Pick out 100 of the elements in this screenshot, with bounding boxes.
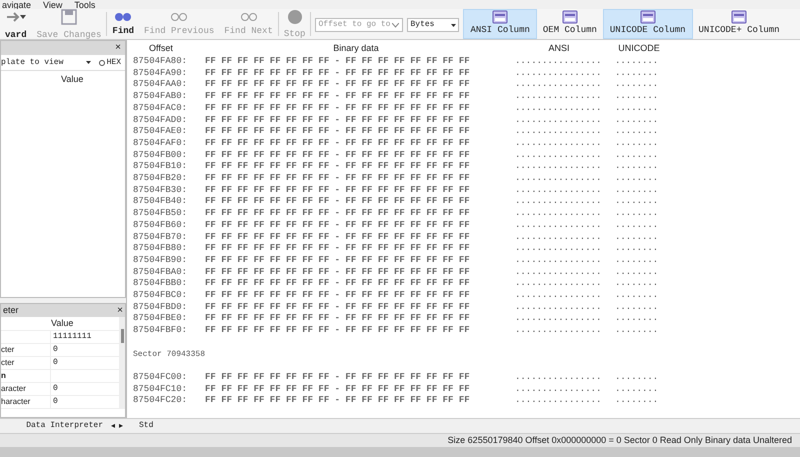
hex-bytes: FF FF FF FF FF FF FF FF - FF FF FF FF FF FF FF FF xyxy=(205,161,471,174)
toolbar-button[interactable]: vard xyxy=(0,9,32,39)
offset-cell-text: 87504FAB0: xyxy=(133,91,188,103)
column-header: Value xyxy=(61,73,84,86)
unicode-text: ........ xyxy=(615,196,658,208)
stop-icon xyxy=(288,10,302,24)
unicode-text: ........ xyxy=(615,290,658,302)
ansi-text: ................ xyxy=(515,184,602,196)
ansi-text: ................ xyxy=(515,278,602,290)
field-name: cter xyxy=(1,358,14,367)
field-value: 0 xyxy=(52,383,58,395)
ansi-text: ................ xyxy=(515,196,602,208)
hex-radio[interactable]: HEX xyxy=(94,56,125,68)
unicode-text: ........ xyxy=(615,266,658,278)
unicode-text: ........ xyxy=(615,102,658,115)
hex-bytes: FF FF FF FF FF FF FF FF - FF FF FF FF FF FF FF FF xyxy=(205,208,471,220)
hex-bytes: FF FF FF FF FF FF FF FF - FF FF FF FF FF FF FF FF xyxy=(205,56,471,68)
menu-item[interactable]: Tools xyxy=(74,1,96,9)
hex-bytes: FF FF FF FF FF FF FF FF - FF FF FF FF FF FF FF FF xyxy=(205,150,471,162)
hex-bytes: FF FF FF FF FF FF FF FF - FF FF FF FF FF FF FF FF xyxy=(205,196,471,208)
ansi-text: ................ xyxy=(515,138,602,150)
offset-cell-text: 87504FB40: xyxy=(133,196,188,208)
hex-bytes: FF FF FF FF FF FF FF FF - FF FF FF FF FF FF FF FF xyxy=(205,266,471,278)
hex-bytes: FF FF FF FF FF FF FF FF - FF FF FF FF FF FF FF FF xyxy=(205,278,471,290)
close-button[interactable]: × xyxy=(117,306,123,316)
offset-cell-text: 87504FBE0: xyxy=(133,313,188,326)
column-header: ANSI xyxy=(547,43,570,55)
panel-tab[interactable]: Data Interpreter xyxy=(22,420,107,432)
offset-cell-text: 87504FBC0: xyxy=(133,290,188,302)
unicode-text: ........ xyxy=(615,208,658,220)
offset-cell-text: 87504FB00: xyxy=(133,150,188,162)
scrollbar[interactable] xyxy=(119,317,125,409)
ansi-text: ................ xyxy=(515,325,602,337)
scroll-left-button[interactable]: ◂ xyxy=(111,420,115,432)
ansi-text: ................ xyxy=(515,102,602,115)
toolbar-button[interactable]: Find xyxy=(107,9,140,39)
ansi-text: ................ xyxy=(515,161,602,174)
hex-bytes: FF FF FF FF FF FF FF FF - FF FF FF FF FF FF FF FF xyxy=(205,173,471,185)
ansi-text: ................ xyxy=(515,372,602,384)
hex-bytes: FF FF FF FF FF FF FF FF - FF FF FF FF FF FF FF FF xyxy=(205,372,471,384)
field-name: aracter xyxy=(1,384,26,393)
ansi-text: ................ xyxy=(515,56,602,68)
ansi-text: ................ xyxy=(515,220,602,232)
offset-cell-text: 87504FB80: xyxy=(133,243,188,255)
unicode-text: ........ xyxy=(615,161,658,174)
ansi-text: ................ xyxy=(515,68,602,80)
view-tab[interactable]: Std xyxy=(127,419,166,433)
unicode-text: ........ xyxy=(615,395,658,407)
ansi-text: ................ xyxy=(515,173,602,185)
ansi-text: ................ xyxy=(515,266,602,278)
hex-bytes: FF FF FF FF FF FF FF FF - FF FF FF FF FF FF FF FF xyxy=(205,313,471,326)
field-value: 0 xyxy=(52,396,58,408)
unicode-text: ........ xyxy=(615,79,658,92)
save-icon xyxy=(61,9,78,26)
ansi-text: ................ xyxy=(515,114,602,126)
column-toggle[interactable]: UNICODE Column xyxy=(602,9,693,39)
scroll-right-button[interactable]: ▸ xyxy=(119,420,123,432)
column-toggle[interactable]: UNICODE+ Column xyxy=(692,9,786,39)
hex-bytes: FF FF FF FF FF FF FF FF - FF FF FF FF FF FF FF FF xyxy=(205,384,471,396)
column-toggle[interactable]: ANSI Column xyxy=(463,9,537,39)
ansi-text: ................ xyxy=(515,91,602,103)
offset-cell-text: 87504FB30: xyxy=(133,184,188,196)
close-button[interactable]: × xyxy=(115,43,121,53)
unicode-text: ........ xyxy=(615,372,658,384)
offset-cell-text: 87504FB90: xyxy=(133,254,188,267)
hex-bytes: FF FF FF FF FF FF FF FF - FF FF FF FF FF FF FF FF xyxy=(205,102,471,115)
unicode-text: ........ xyxy=(615,384,658,396)
unit-dropdown[interactable]: Bytes xyxy=(407,18,460,32)
unicode-text: ........ xyxy=(615,56,658,68)
offset-cell-text: 87504FA90: xyxy=(133,68,188,80)
unicode-text: ........ xyxy=(615,138,658,150)
column-toggle[interactable]: OEM Column xyxy=(536,9,603,39)
template-dropdown[interactable]: plate to view xyxy=(1,56,95,68)
column-icon xyxy=(640,10,656,24)
unicode-text: ........ xyxy=(615,91,658,103)
offset-field[interactable]: Offset to go to xyxy=(315,18,404,32)
unicode-text: ........ xyxy=(615,68,658,80)
menu-item[interactable]: avigate xyxy=(2,1,32,9)
unicode-text: ........ xyxy=(615,302,658,314)
column-header: Binary data xyxy=(332,43,380,55)
status-text: Size 62550179840 Offset 0x000000000 = 0 Sector 0 Read Only Binary data Unaltered xyxy=(448,434,792,447)
caret-icon xyxy=(20,15,26,20)
offset-cell-text: 87504FAD0: xyxy=(133,114,188,126)
unicode-text: ........ xyxy=(615,173,658,185)
ansi-text: ................ xyxy=(515,395,602,407)
offset-cell-text: 87504FAF0: xyxy=(133,138,188,150)
hex-bytes: FF FF FF FF FF FF FF FF - FF FF FF FF FF FF FF FF xyxy=(205,91,471,103)
offset-cell-text: 87504FAC0: xyxy=(133,102,188,115)
unicode-text: ........ xyxy=(615,254,658,267)
ansi-text: ................ xyxy=(515,254,602,267)
unicode-text: ........ xyxy=(615,325,658,337)
offset-cell-text: 87504FBD0: xyxy=(133,302,188,314)
offset-cell-text: 87504FC10: xyxy=(133,384,188,396)
field-value: 0 xyxy=(52,344,58,356)
offset-cell-text: 87504FB70: xyxy=(133,232,188,244)
column-icon xyxy=(492,10,508,24)
hex-bytes: FF FF FF FF FF FF FF FF - FF FF FF FF FF FF FF FF xyxy=(205,114,471,126)
menu-item[interactable]: View xyxy=(43,1,62,9)
ansi-text: ................ xyxy=(515,208,602,220)
column-header: Offset xyxy=(148,43,174,55)
